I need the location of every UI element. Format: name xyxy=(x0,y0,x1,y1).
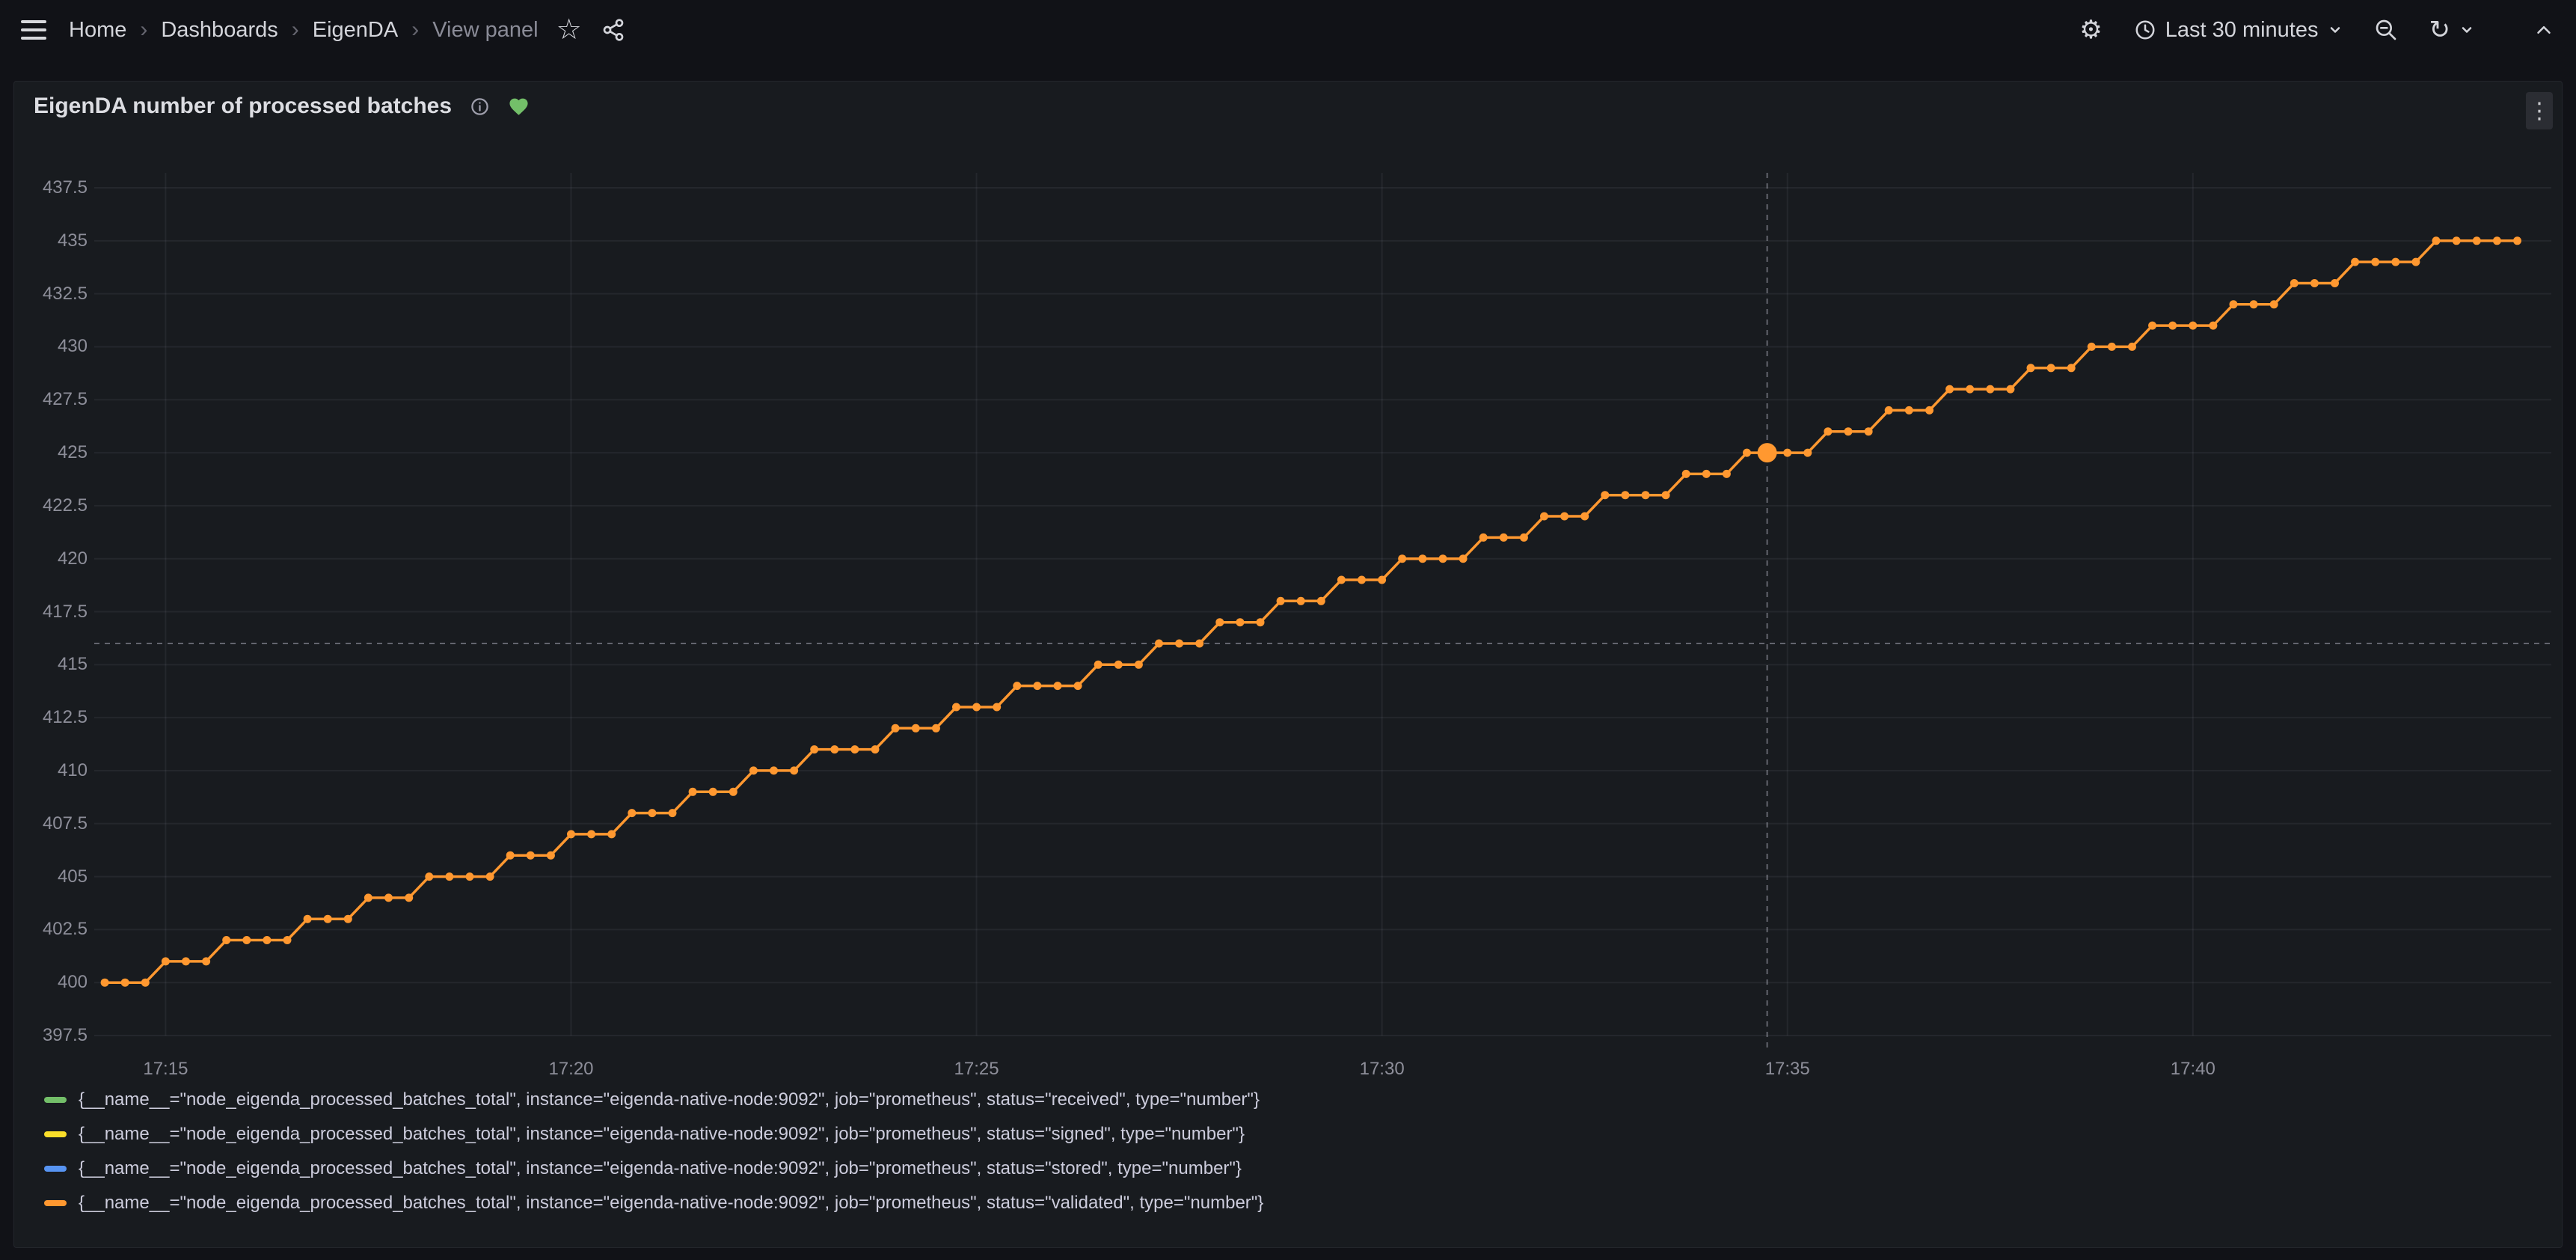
refresh-button-group: ↻ xyxy=(2429,17,2475,43)
top-nav-bar: Home › Dashboards › EigenDA › View panel… xyxy=(0,0,2576,60)
y-tick-label: 427.5 xyxy=(14,389,88,410)
breadcrumb-separator-icon: › xyxy=(292,17,299,43)
info-icon[interactable] xyxy=(470,97,490,117)
breadcrumb-item-eigenda[interactable]: EigenDA xyxy=(313,18,398,43)
legend-item-signed[interactable]: {__name__="node_eigenda_processed_batche… xyxy=(44,1117,1263,1152)
legend-label: {__name__="node_eigenda_processed_batche… xyxy=(79,1158,1242,1179)
zoom-out-icon[interactable] xyxy=(2374,18,2398,42)
share-icon[interactable] xyxy=(601,18,625,42)
refresh-interval-chevron-icon[interactable] xyxy=(2459,22,2474,37)
legend-item-received[interactable]: {__name__="node_eigenda_processed_batche… xyxy=(44,1083,1263,1117)
breadcrumb: Home › Dashboards › EigenDA › View panel xyxy=(69,17,539,43)
nav-actions: ⚙ Last 30 minutes ↻ xyxy=(2079,17,2555,43)
y-tick-label: 435 xyxy=(14,230,88,251)
legend-swatch xyxy=(44,1097,67,1103)
breadcrumb-item-dashboards[interactable]: Dashboards xyxy=(161,18,277,43)
x-tick-label: 17:35 xyxy=(1743,1059,1833,1080)
legend-label: {__name__="node_eigenda_processed_batche… xyxy=(79,1193,1263,1214)
legend-swatch xyxy=(44,1200,67,1206)
legend-swatch xyxy=(44,1131,67,1137)
y-tick-label: 425 xyxy=(14,442,88,463)
y-tick-label: 400 xyxy=(14,972,88,993)
chart-svg[interactable] xyxy=(94,173,2551,1048)
y-tick-label: 415 xyxy=(14,654,88,675)
legend-swatch xyxy=(44,1166,67,1172)
refresh-icon[interactable]: ↻ xyxy=(2429,17,2451,43)
x-tick-label: 17:40 xyxy=(2148,1059,2238,1080)
breadcrumb-item-home[interactable]: Home xyxy=(69,18,126,43)
y-tick-label: 420 xyxy=(14,548,88,569)
chart-plot-area[interactable] xyxy=(94,173,2551,1048)
menu-icon[interactable] xyxy=(21,20,46,40)
alert-health-heart-icon xyxy=(508,96,530,117)
chevron-down-icon xyxy=(2328,22,2343,37)
legend: {__name__="node_eigenda_processed_batche… xyxy=(44,1083,1263,1220)
legend-item-validated[interactable]: {__name__="node_eigenda_processed_batche… xyxy=(44,1186,1263,1220)
y-tick-label: 412.5 xyxy=(14,707,88,728)
y-tick-label: 410 xyxy=(14,760,88,781)
breadcrumb-separator-icon: › xyxy=(411,17,419,43)
y-tick-label: 422.5 xyxy=(14,495,88,516)
settings-gear-icon[interactable]: ⚙ xyxy=(2079,17,2102,43)
y-tick-label: 405 xyxy=(14,866,88,887)
graph-panel: EigenDA number of processed batches ⋮ 39… xyxy=(13,81,2563,1248)
y-tick-label: 402.5 xyxy=(14,919,88,940)
breadcrumb-separator-icon: › xyxy=(140,17,147,43)
legend-item-stored[interactable]: {__name__="node_eigenda_processed_batche… xyxy=(44,1152,1263,1186)
time-range-picker[interactable]: Last 30 minutes xyxy=(2134,18,2343,43)
y-tick-label: 397.5 xyxy=(14,1025,88,1046)
y-tick-label: 407.5 xyxy=(14,813,88,834)
favorite-star-icon[interactable]: ☆ xyxy=(556,16,582,44)
x-tick-label: 17:25 xyxy=(932,1059,1022,1080)
legend-label: {__name__="node_eigenda_processed_batche… xyxy=(79,1089,1260,1110)
legend-label: {__name__="node_eigenda_processed_batche… xyxy=(79,1124,1245,1145)
breadcrumb-item-view-panel: View panel xyxy=(432,18,538,43)
y-tick-label: 432.5 xyxy=(14,284,88,305)
panel-menu-kebab-icon[interactable]: ⋮ xyxy=(2526,92,2553,129)
y-tick-label: 417.5 xyxy=(14,602,88,623)
x-tick-label: 17:15 xyxy=(120,1059,210,1080)
collapse-chevron-up-icon[interactable] xyxy=(2533,19,2555,41)
x-tick-label: 17:30 xyxy=(1337,1059,1427,1080)
y-tick-label: 437.5 xyxy=(14,177,88,198)
x-axis: 17:15 17:20 17:25 17:30 17:35 17:40 xyxy=(94,1059,2551,1084)
x-tick-label: 17:20 xyxy=(526,1059,616,1080)
y-tick-label: 430 xyxy=(14,336,88,357)
panel-header: EigenDA number of processed batches xyxy=(14,82,2562,131)
panel-title[interactable]: EigenDA number of processed batches xyxy=(34,94,452,119)
time-range-label: Last 30 minutes xyxy=(2165,18,2319,43)
clock-icon xyxy=(2134,19,2156,41)
